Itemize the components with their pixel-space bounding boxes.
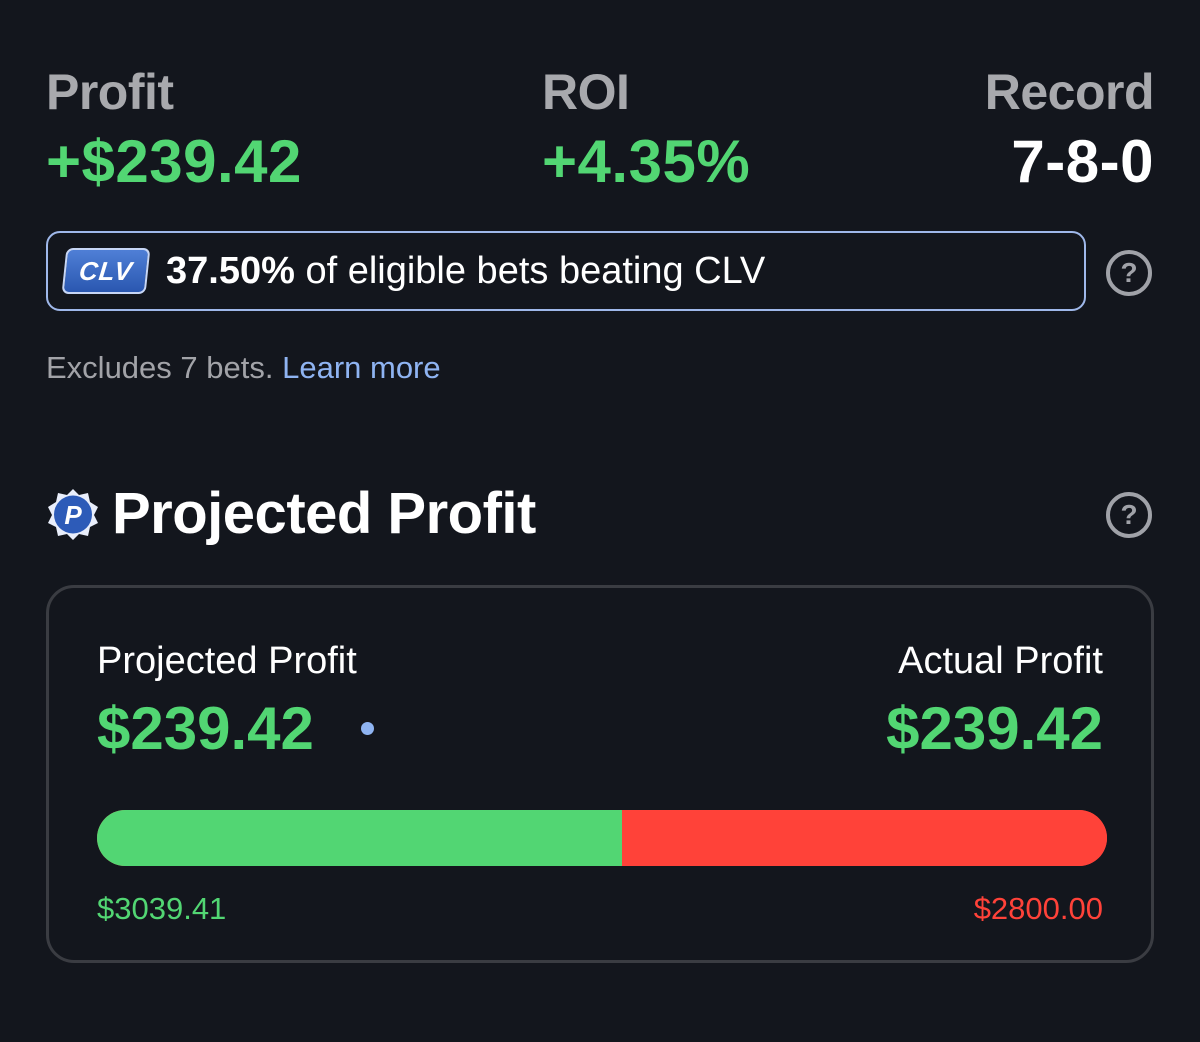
profit-stat: Profit +$239.42 <box>46 62 302 198</box>
excludes-text: Excludes 7 bets. <box>46 350 274 385</box>
clv-percent: 37.50% <box>166 249 295 292</box>
record-label: Record <box>984 64 1155 120</box>
bar-red-segment <box>622 810 1107 866</box>
learn-more-link[interactable]: Learn more <box>282 350 441 385</box>
p-badge-letter: P <box>64 500 82 530</box>
roi-stat: ROI +4.35% <box>542 62 750 198</box>
record-value: 7-8-0 <box>1011 128 1154 195</box>
projected-profit-card: Projected Profit Actual Profit $239.42 $… <box>46 585 1154 963</box>
clv-text: 37.50% of eligible bets beating CLV <box>166 250 765 293</box>
excludes-note: Excludes 7 bets. Learn more <box>46 350 441 386</box>
bar-right-label: $2800.00 <box>973 891 1103 926</box>
actual-profit-label: Actual Profit <box>898 640 1103 682</box>
profit-label: Profit <box>46 64 174 120</box>
projected-profit-header: P Projected Profit <box>46 480 536 547</box>
info-dot-icon[interactable] <box>361 722 374 735</box>
bar-green-segment <box>97 810 623 866</box>
actual-profit-value: $239.42 <box>886 695 1103 762</box>
projected-help-icon[interactable]: ? <box>1106 492 1152 538</box>
clv-summary: CLV 37.50% of eligible bets beating CLV <box>46 231 1086 311</box>
roi-label: ROI <box>542 64 630 120</box>
profit-value: +$239.42 <box>46 128 302 195</box>
clv-badge: CLV <box>61 248 151 294</box>
section-title: Projected Profit <box>112 481 536 546</box>
projected-profit-label: Projected Profit <box>97 640 357 682</box>
bet-stats-screen: Profit +$239.42 ROI +4.35% Record 7-8-0 … <box>0 0 1200 1042</box>
bar-left-label: $3039.41 <box>97 891 227 926</box>
projected-profit-value: $239.42 <box>97 695 314 762</box>
clv-help-icon[interactable]: ? <box>1106 250 1152 296</box>
clv-description: of eligible bets beating CLV <box>294 249 766 292</box>
roi-value: +4.35% <box>542 128 751 195</box>
record-stat: Record 7-8-0 <box>984 62 1155 198</box>
p-badge-icon: P <box>46 487 100 541</box>
profit-split-bar <box>97 810 1107 866</box>
